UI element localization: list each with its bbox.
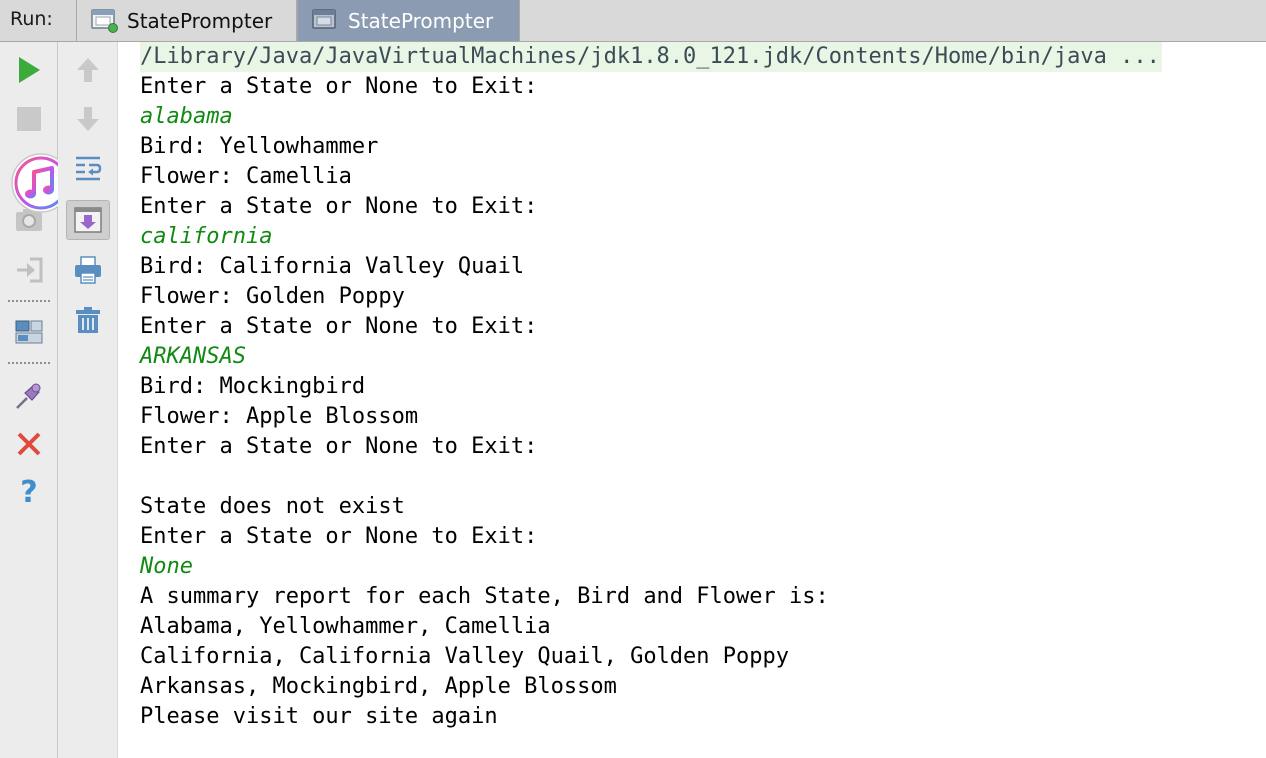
print-button[interactable] [70, 252, 106, 288]
console-output-line: Bird: California Valley Quail [140, 254, 525, 279]
soft-wrap-icon [76, 156, 102, 181]
scroll-to-end-button[interactable] [66, 200, 110, 240]
console-output-line: Flower: Camellia [140, 164, 352, 189]
console-output-line: Enter a State or None to Exit: [140, 524, 538, 549]
run-label: Run: [10, 8, 53, 30]
rerun-button[interactable] [11, 52, 47, 88]
console-output-line: Bird: Yellowhammer [140, 134, 379, 159]
left-toolbar: ? [0, 42, 58, 758]
console-output-line: State does not exist [140, 494, 405, 519]
console-output-line: Enter a State or None to Exit: [140, 74, 538, 99]
soft-wrap-button[interactable] [70, 150, 106, 186]
console-line: Enter a State or None to Exit: [140, 522, 1162, 552]
toolbar-separator [8, 362, 50, 364]
stop-icon [17, 107, 41, 131]
help-icon: ? [20, 474, 38, 510]
tab-label: StatePrompter [127, 8, 273, 33]
console-line: Enter a State or None to Exit: [140, 312, 1162, 342]
console-line: Flower: Apple Blossom [140, 402, 1162, 432]
console-command-line: /Library/Java/JavaVirtualMachines/jdk1.8… [140, 42, 1162, 72]
next-occurrence-button[interactable] [70, 101, 106, 137]
console-line: Bird: Yellowhammer [140, 132, 1162, 162]
tab-stateprompter-1[interactable]: StatePrompter [76, 0, 297, 41]
console-line: Flower: Camellia [140, 162, 1162, 192]
console-output-line: California, California Valley Quail, Gol… [140, 644, 790, 669]
console-lines: /Library/Java/JavaVirtualMachines/jdk1.8… [140, 42, 1162, 732]
restore-layout-icon [15, 320, 43, 344]
login-icon [17, 257, 43, 283]
pin-icon [16, 383, 41, 409]
console-user-input: alabama [140, 104, 233, 129]
console-output[interactable]: /Library/Java/JavaVirtualMachines/jdk1.8… [118, 42, 1266, 758]
previous-occurrence-button[interactable] [70, 52, 106, 88]
console-line: ARKANSAS [140, 342, 1162, 372]
console-output-line [140, 462, 1162, 492]
console-line: california [140, 222, 1162, 252]
run-config-icon [91, 8, 118, 33]
console-line [140, 462, 1162, 492]
console-line: Enter a State or None to Exit: [140, 432, 1162, 462]
console-output-line: Flower: Apple Blossom [140, 404, 419, 429]
console-line: State does not exist [140, 492, 1162, 522]
console-user-input: None [140, 554, 193, 579]
console-line: alabama [140, 102, 1162, 132]
console-output-line: Bird: Mockingbird [140, 374, 366, 399]
console-output-line: Arkansas, Mockingbird, Apple Blossom [140, 674, 617, 699]
console-output-line: Please visit our site again [140, 704, 498, 729]
tab-label: StatePrompter [348, 8, 494, 33]
toolbar-separator [8, 300, 50, 302]
console-line: None [140, 552, 1162, 582]
help-button[interactable]: ? [11, 474, 47, 510]
console-line: Bird: Mockingbird [140, 372, 1162, 402]
clear-all-button[interactable] [70, 302, 106, 338]
run-header: Run: StatePrompter StatePrompter [0, 0, 1266, 42]
run-config-icon [312, 8, 336, 29]
tab-stateprompter-2[interactable]: StatePrompter [297, 0, 520, 41]
console-line: /Library/Java/JavaVirtualMachines/jdk1.8… [140, 42, 1162, 72]
console-output-line: A summary report for each State, Bird an… [140, 584, 829, 609]
stop-button[interactable] [11, 101, 47, 137]
restore-layout-button[interactable] [11, 314, 47, 350]
console-output-line: Enter a State or None to Exit: [140, 194, 538, 219]
console-line: Flower: Golden Poppy [140, 282, 1162, 312]
close-button[interactable] [11, 426, 47, 462]
right-toolbar [58, 42, 118, 758]
console-output-line: Flower: Golden Poppy [140, 284, 405, 309]
close-icon [17, 432, 41, 456]
console-line: Please visit our site again [140, 702, 1162, 732]
console-line: Arkansas, Mockingbird, Apple Blossom [140, 672, 1162, 702]
console-line: Alabama, Yellowhammer, Camellia [140, 612, 1162, 642]
rerun-icon [19, 57, 40, 83]
console-line: A summary report for each State, Bird an… [140, 582, 1162, 612]
console-output-line: Alabama, Yellowhammer, Camellia [140, 614, 551, 639]
login-button[interactable] [11, 252, 47, 288]
trash-icon [76, 307, 100, 333]
console-line: California, California Valley Quail, Gol… [140, 642, 1162, 672]
console-line: Bird: California Valley Quail [140, 252, 1162, 282]
console-line: Enter a State or None to Exit: [140, 72, 1162, 102]
console-line: Enter a State or None to Exit: [140, 192, 1162, 222]
down-arrow-icon [77, 107, 99, 131]
print-icon [75, 256, 101, 284]
up-arrow-icon [77, 58, 99, 82]
console-output-line: Enter a State or None to Exit: [140, 434, 538, 459]
console-user-input: ARKANSAS [140, 344, 246, 369]
scroll-to-end-icon [74, 207, 102, 233]
console-output-line: Enter a State or None to Exit: [140, 314, 538, 339]
console-user-input: california [140, 224, 273, 249]
pin-button[interactable] [11, 378, 47, 414]
run-tool-window: Run: StatePrompter StatePrompter ? /Libr… [0, 0, 1266, 758]
